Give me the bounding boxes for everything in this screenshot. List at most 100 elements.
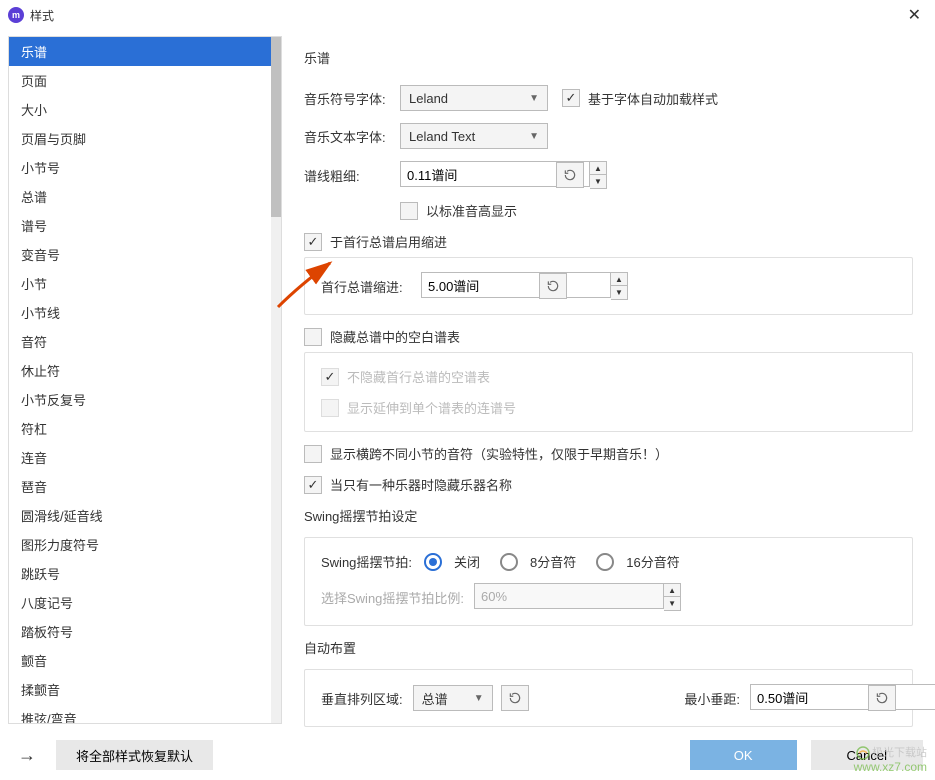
undo-icon (875, 691, 889, 705)
close-icon[interactable]: ✕ (902, 3, 927, 27)
footer: → 将全部样式恢复默认 OK Cancel (0, 730, 935, 780)
sidebar-item[interactable]: 圆滑线/延音线 (9, 501, 281, 530)
swing-sixteenth-radio[interactable] (596, 553, 614, 571)
swing-label: Swing摇摆节拍: (321, 552, 412, 571)
swing-off-label: 关闭 (454, 552, 480, 571)
min-vert-label: 最小垂距: (684, 689, 740, 708)
show-brackets-checkbox (321, 399, 339, 417)
hide-instrument-label: 当只有一种乐器时隐藏乐器名称 (330, 475, 512, 494)
swing-ratio-label: 选择Swing摇摆节拍比例: (321, 588, 464, 607)
autoplace-group: 垂直排列区域: 总谱 ▼ 最小垂距: ▲▼ (304, 669, 913, 727)
sidebar-item[interactable]: 大小 (9, 95, 281, 124)
first-system-indent-enable-label: 于首行总谱启用缩进 (330, 232, 447, 251)
auto-load-style-label: 基于字体自动加载样式 (588, 89, 718, 108)
sidebar-item[interactable]: 页面 (9, 66, 281, 95)
auto-load-style-checkbox[interactable] (562, 89, 580, 107)
sidebar-item[interactable]: 图形力度符号 (9, 530, 281, 559)
sidebar-item[interactable]: 琶音 (9, 472, 281, 501)
ok-button[interactable]: OK (690, 740, 797, 770)
music-text-font-label: 音乐文本字体: (304, 127, 400, 146)
staff-thickness-label: 谱线粗细: (304, 166, 400, 185)
undo-icon (546, 279, 560, 293)
sidebar-item[interactable]: 小节反复号 (9, 385, 281, 414)
sidebar-item[interactable]: 颤音 (9, 646, 281, 675)
staff-thickness-spinner[interactable]: ▲▼ (400, 161, 548, 189)
sidebar-item[interactable]: 符杠 (9, 414, 281, 443)
section-heading: 乐谱 (304, 48, 913, 67)
sidebar-item[interactable]: 连音 (9, 443, 281, 472)
reset-vert-align-button[interactable] (501, 685, 529, 711)
music-text-font-select[interactable]: Leland Text ▼ (400, 123, 548, 149)
sidebar-item[interactable]: 谱号 (9, 211, 281, 240)
first-system-indent-spinner[interactable]: ▲▼ (421, 272, 531, 300)
reset-all-button[interactable]: 将全部样式恢复默认 (56, 740, 213, 770)
hide-instrument-checkbox[interactable] (304, 476, 322, 494)
min-vert-input[interactable] (750, 684, 935, 710)
dont-hide-first-label: 不隐藏首行总谱的空谱表 (347, 367, 490, 386)
spin-down-icon: ▼ (664, 597, 680, 610)
sidebar-scroll-thumb[interactable] (271, 37, 281, 217)
first-system-indent-enable-checkbox[interactable] (304, 233, 322, 251)
swing-eighth-label: 8分音符 (530, 552, 576, 571)
chevron-down-icon: ▼ (529, 93, 539, 104)
cross-measure-checkbox[interactable] (304, 445, 322, 463)
chevron-down-icon: ▼ (529, 131, 539, 142)
undo-icon (563, 168, 577, 182)
spin-up-icon: ▲ (664, 584, 680, 597)
sidebar-item[interactable]: 音符 (9, 327, 281, 356)
spin-up-icon[interactable]: ▲ (590, 162, 606, 175)
first-system-indent-input[interactable] (421, 272, 611, 298)
sidebar-item[interactable]: 踏板符号 (9, 617, 281, 646)
swing-ratio-input (474, 583, 664, 609)
sidebar-item[interactable]: 小节线 (9, 298, 281, 327)
dont-hide-first-checkbox (321, 368, 339, 386)
swing-title: Swing摇摆节拍设定 (304, 506, 913, 525)
swing-ratio-spinner: ▲▼ (474, 583, 546, 611)
min-vert-spinner[interactable]: ▲▼ (750, 684, 860, 712)
sidebar-item[interactable]: 页眉与页脚 (9, 124, 281, 153)
swing-off-radio[interactable] (424, 553, 442, 571)
app-icon: m (8, 7, 24, 23)
concert-pitch-checkbox[interactable] (400, 202, 418, 220)
sidebar-item[interactable]: 八度记号 (9, 588, 281, 617)
first-system-indent-group: 首行总谱缩进: ▲▼ (304, 257, 913, 315)
hide-empty-staves-checkbox[interactable] (304, 328, 322, 346)
reset-staff-thickness-button[interactable] (556, 162, 584, 188)
first-system-indent-label: 首行总谱缩进: (321, 277, 421, 296)
sidebar-item[interactable]: 揉颤音 (9, 675, 281, 704)
hide-empty-staves-label: 隐藏总谱中的空白谱表 (330, 327, 460, 346)
spin-up-icon[interactable]: ▲ (611, 273, 627, 286)
swing-eighth-radio[interactable] (500, 553, 518, 571)
music-symbol-font-label: 音乐符号字体: (304, 89, 400, 108)
reset-min-vert-button[interactable] (868, 685, 896, 711)
vert-align-select[interactable]: 总谱 ▼ (413, 685, 493, 711)
vert-align-label: 垂直排列区域: (321, 689, 403, 708)
concert-pitch-label: 以标准音高显示 (426, 201, 517, 220)
category-sidebar: 乐谱页面大小页眉与页脚小节号总谱谱号变音号小节小节线音符休止符小节反复号符杠连音… (8, 36, 282, 724)
sidebar-item[interactable]: 变音号 (9, 240, 281, 269)
expand-arrow-icon[interactable]: → (12, 741, 42, 770)
show-brackets-label: 显示延伸到单个谱表的连谱号 (347, 398, 516, 417)
sidebar-item[interactable]: 小节号 (9, 153, 281, 182)
swing-sixteenth-label: 16分音符 (626, 552, 679, 571)
window-title: 样式 (30, 7, 54, 24)
reset-first-indent-button[interactable] (539, 273, 567, 299)
hide-empty-staves-group: 不隐藏首行总谱的空谱表 显示延伸到单个谱表的连谱号 (304, 352, 913, 432)
cancel-button[interactable]: Cancel (811, 740, 923, 770)
cross-measure-label: 显示横跨不同小节的音符（实验特性，仅限于早期音乐！） (330, 444, 668, 463)
sidebar-scrollbar[interactable] (271, 37, 281, 723)
spin-down-icon[interactable]: ▼ (590, 175, 606, 188)
sidebar-item[interactable]: 总谱 (9, 182, 281, 211)
music-symbol-font-select[interactable]: Leland ▼ (400, 85, 548, 111)
chevron-down-icon: ▼ (474, 693, 484, 704)
sidebar-item[interactable]: 跳跃号 (9, 559, 281, 588)
sidebar-item[interactable]: 休止符 (9, 356, 281, 385)
sidebar-item[interactable]: 小节 (9, 269, 281, 298)
autoplace-title: 自动布置 (304, 638, 913, 657)
sidebar-item[interactable]: 推弦/弯音 (9, 704, 281, 724)
undo-icon (508, 691, 522, 705)
spin-down-icon[interactable]: ▼ (611, 286, 627, 299)
sidebar-item[interactable]: 乐谱 (9, 37, 281, 66)
titlebar: m 样式 ✕ (0, 0, 935, 30)
swing-group: Swing摇摆节拍: 关闭 8分音符 16分音符 选择Swing摇摆节拍比例: … (304, 537, 913, 626)
